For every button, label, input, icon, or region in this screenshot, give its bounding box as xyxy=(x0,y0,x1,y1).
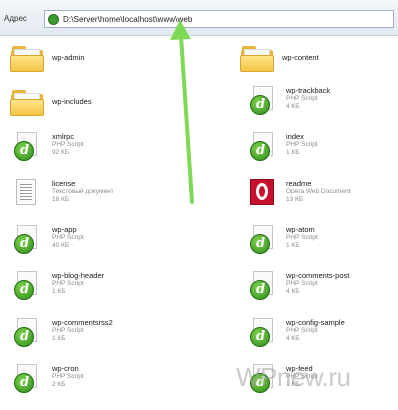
file-type: PHP Script xyxy=(52,234,84,241)
file-type: PHP Script xyxy=(52,327,84,334)
file-size: 1 КБ xyxy=(52,288,66,295)
file-size: 2 КБ xyxy=(52,381,66,388)
dreamweaver-php-icon xyxy=(250,271,276,301)
file-type: PHP Script xyxy=(52,280,84,287)
file-name: wp-comments-post xyxy=(286,271,350,280)
file-name: wp-blog-header xyxy=(52,271,105,280)
file-name: wp-includes xyxy=(52,97,92,106)
file-size: 1 КБ xyxy=(286,242,300,249)
file-size: 1 КБ xyxy=(52,335,66,342)
file-type: PHP Script xyxy=(286,280,318,287)
file-type: PHP Script xyxy=(52,373,84,380)
watermark: WPnew.ru xyxy=(236,362,351,392)
file-size: 4 КБ xyxy=(286,335,300,342)
dreamweaver-php-icon xyxy=(250,86,276,116)
dreamweaver-php-icon xyxy=(14,225,40,255)
file-size: 4 КБ xyxy=(286,103,300,110)
address-folder-icon xyxy=(48,14,59,25)
folder-icon xyxy=(10,44,44,72)
file-name: wp-atom xyxy=(286,225,315,234)
file-size: 1 КБ xyxy=(286,149,300,156)
folder-icon xyxy=(240,44,274,72)
dreamweaver-php-icon xyxy=(14,364,40,394)
file-type: PHP Script xyxy=(286,234,318,241)
file-type: Текстовый документ xyxy=(52,188,114,195)
file-type: PHP Script xyxy=(286,141,318,148)
file-name: wp-app xyxy=(52,225,77,234)
text-document-icon xyxy=(16,179,38,207)
opera-document-icon xyxy=(250,179,276,207)
address-field[interactable]: D:\Server\home\localhost\www\web xyxy=(44,10,394,28)
address-path[interactable]: D:\Server\home\localhost\www\web xyxy=(63,15,192,24)
file-name: wp-content xyxy=(282,53,319,62)
file-name: wp-cron xyxy=(52,364,79,373)
file-size: 4 КБ xyxy=(286,288,300,295)
dreamweaver-php-icon xyxy=(14,318,40,348)
file-name: wp-config-sample xyxy=(286,318,345,327)
file-name: wp-trackback xyxy=(286,86,331,95)
dreamweaver-php-icon xyxy=(14,132,40,162)
file-name: readme xyxy=(286,179,312,188)
file-list: wp-admin wp-content wp-includes wp-track… xyxy=(0,36,398,410)
file-type: PHP Script xyxy=(52,141,84,148)
file-size: 18 КБ xyxy=(52,196,70,203)
file-name: license xyxy=(52,179,76,188)
file-name: xmlrpc xyxy=(52,132,75,141)
file-size: 40 КБ xyxy=(52,242,70,249)
file-size: 13 КБ xyxy=(286,196,304,203)
dreamweaver-php-icon xyxy=(14,271,40,301)
file-type: PHP Script xyxy=(286,327,318,334)
file-type: Opera Web Document xyxy=(286,188,351,195)
dreamweaver-php-icon xyxy=(250,132,276,162)
dreamweaver-php-icon xyxy=(250,225,276,255)
address-label: Адрес xyxy=(4,14,27,23)
dreamweaver-php-icon xyxy=(250,318,276,348)
address-bar: Адрес D:\Server\home\localhost\www\web xyxy=(0,0,398,36)
file-size: 92 КБ xyxy=(52,149,70,156)
folder-icon xyxy=(10,88,44,116)
file-type: PHP Script xyxy=(286,95,318,102)
file-name: index xyxy=(286,132,304,141)
file-name: wp-admin xyxy=(52,53,85,62)
file-name: wp-commentsrss2 xyxy=(52,318,113,327)
